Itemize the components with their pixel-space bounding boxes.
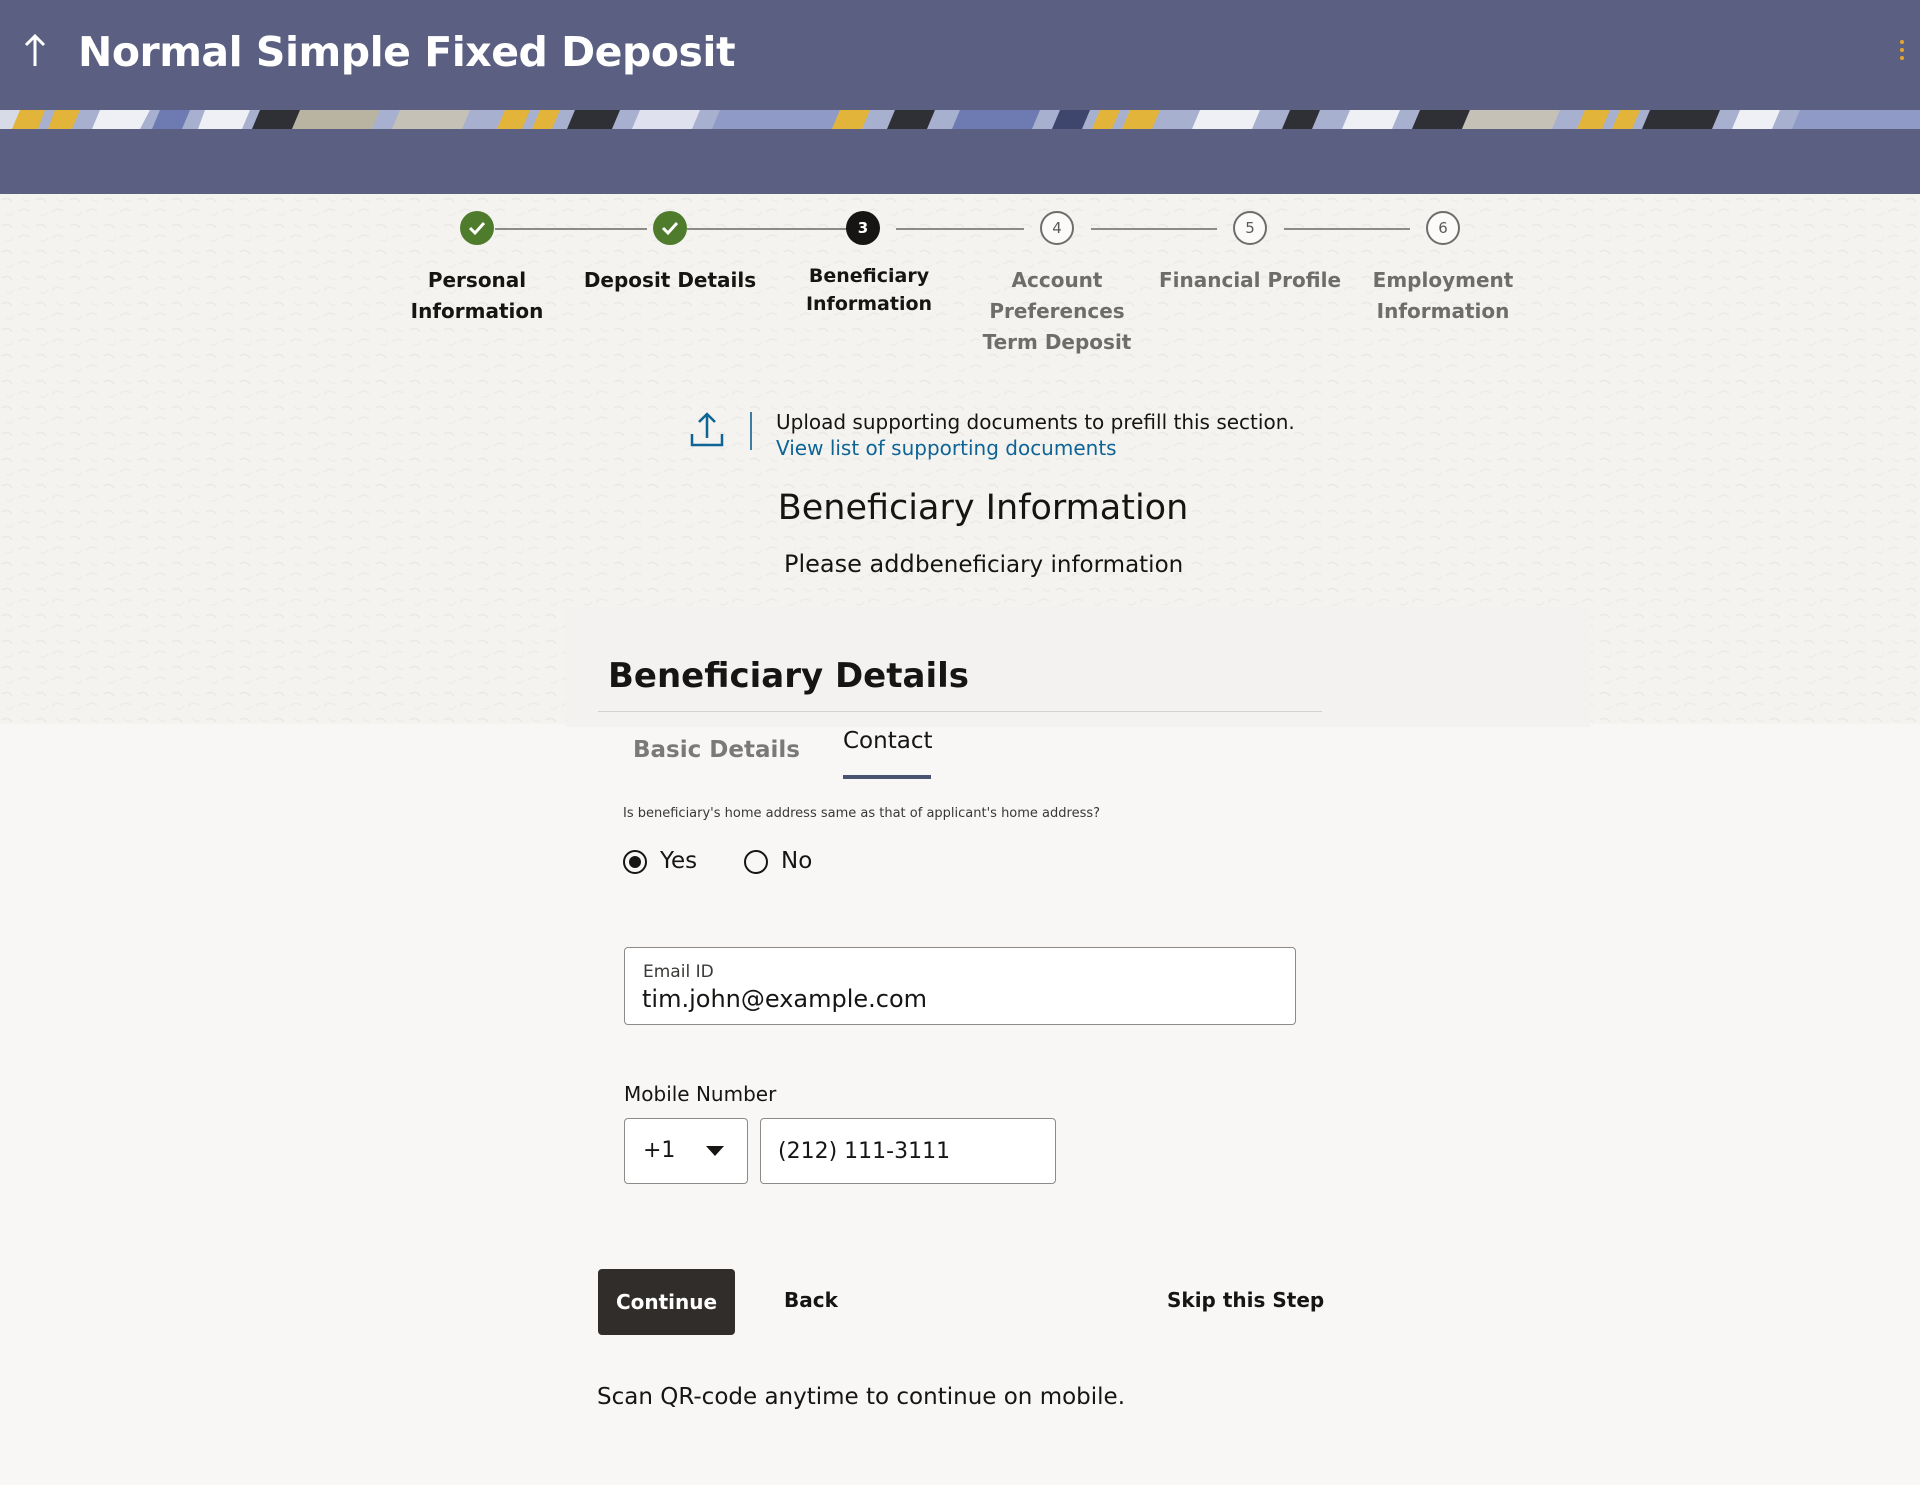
step-5-label: Financial Profile [1158,268,1342,292]
qr-code-hint: Scan QR-code anytime to continue on mobi… [597,1384,1126,1410]
card-divider [598,711,1322,712]
upload-divider [750,412,752,450]
radio-yes-label[interactable]: Yes [660,848,697,874]
back-button[interactable]: Back [784,1288,838,1312]
active-tab-indicator [843,775,931,779]
section-subtitle-suffix: beneficiary information [915,552,1184,578]
step-1-check-icon [460,211,494,245]
step-2-check-icon [653,211,687,245]
step-6-marker: 6 [1426,211,1460,245]
decorative-banner [0,110,1920,129]
step-connector [495,228,647,230]
more-options-icon[interactable] [1898,40,1906,66]
step-connector [1284,228,1410,230]
step-4-label: Account Preferences Term Deposit [982,268,1132,354]
card-title: Beneficiary Details [608,656,969,696]
page-background [0,194,1920,1485]
step-connector [1091,228,1217,230]
step-2-label: Deposit Details [583,268,757,292]
chevron-down-icon[interactable] [706,1146,724,1156]
tab-basic-details[interactable]: Basic Details [633,737,800,763]
country-code-value[interactable]: +1 [643,1138,675,1163]
supporting-documents-link[interactable]: View list of supporting documents [776,436,1117,460]
tab-contact[interactable]: Contact [843,728,932,754]
step-4-marker: 4 [1040,211,1074,245]
radio-no[interactable] [744,850,768,874]
step-1-label: Personal Information [410,268,544,323]
app-header: Normal Simple Fixed Deposit [0,0,1920,194]
section-subtitle-prefix: Please add [784,550,915,578]
back-arrow-icon[interactable] [20,30,50,70]
page-lower-area [0,724,1920,1485]
radio-yes[interactable] [623,850,647,874]
page-title: Normal Simple Fixed Deposit [78,28,736,76]
step-connector [687,228,849,230]
mobile-number-input[interactable] [778,1134,1038,1168]
upload-instructions: Upload supporting documents to prefill t… [776,410,1295,434]
step-connector [896,228,1024,230]
step-5-marker: 5 [1233,211,1267,245]
email-input[interactable] [642,982,1262,1016]
step-3-label: Beneficiary Information [805,265,933,315]
upload-icon[interactable] [688,410,726,450]
continue-button[interactable]: Continue [598,1269,735,1335]
step-6-label: Employment Information [1372,268,1514,323]
address-question: Is beneficiary's home address same as th… [623,806,1101,821]
skip-step-button[interactable]: Skip this Step [1167,1288,1324,1312]
step-3-marker: 3 [846,211,880,245]
mobile-number-label: Mobile Number [624,1082,777,1106]
section-title: Beneficiary Information [777,488,1189,528]
email-label: Email ID [643,962,714,982]
radio-no-label[interactable]: No [781,848,812,874]
